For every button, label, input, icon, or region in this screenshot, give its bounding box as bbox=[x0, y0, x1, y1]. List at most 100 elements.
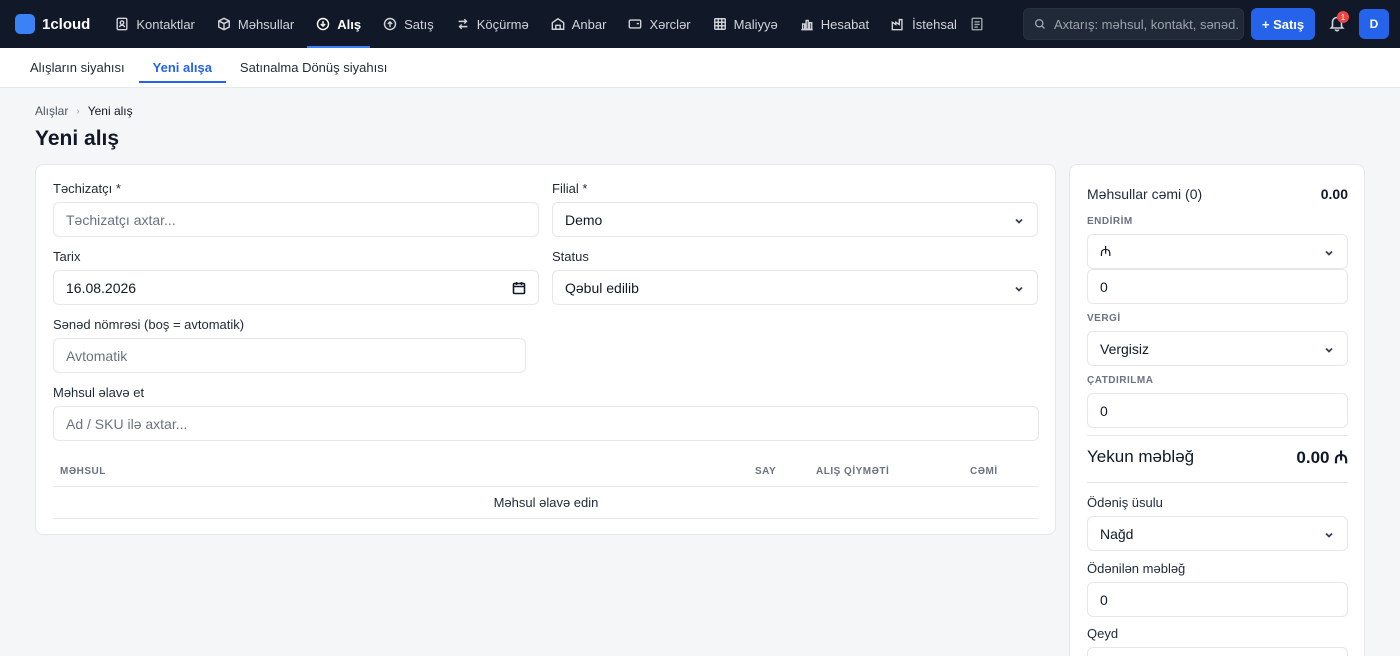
doc-number-placeholder: Avtomatik bbox=[66, 347, 128, 364]
tax-label: VERGİ bbox=[1087, 313, 1121, 324]
notification-badge: 1 bbox=[1337, 11, 1349, 23]
chevron-down-icon bbox=[1013, 282, 1025, 294]
nav-item-anbar[interactable]: Anbar bbox=[540, 0, 618, 48]
supplier-field[interactable]: Təchizatçı axtar... bbox=[53, 202, 539, 237]
table-bottom-divider bbox=[53, 518, 1039, 519]
final-amount-value: 0.00 ₼ bbox=[1296, 448, 1348, 467]
document-icon bbox=[971, 17, 983, 31]
doc-number-field[interactable]: Avtomatik bbox=[53, 338, 526, 373]
nav-label: Xərclər bbox=[649, 16, 691, 32]
nav-label: Satış bbox=[404, 16, 434, 32]
tab-purchase-return-list[interactable]: Satınalma Dönüş siyahısı bbox=[226, 48, 401, 88]
chevron-right-icon: › bbox=[76, 105, 80, 117]
supplier-placeholder: Təchizatçı axtar... bbox=[66, 211, 176, 228]
chevron-down-icon bbox=[1323, 528, 1335, 540]
calendar-icon[interactable] bbox=[512, 281, 526, 295]
breadcrumb-parent[interactable]: Alışlar bbox=[35, 104, 68, 118]
summary-card: Məhsullar cəmi (0) 0.00 ENDİRİM ₼ 0 VERG… bbox=[1069, 164, 1365, 656]
nav-item-istehsal[interactable]: İstehsal bbox=[880, 0, 968, 48]
delivery-value: 0 bbox=[1100, 402, 1108, 419]
nav-label: Maliyyə bbox=[733, 16, 778, 32]
column-header-product: MƏHSUL bbox=[60, 466, 106, 477]
status-value: Qəbul edilib bbox=[565, 279, 639, 296]
upload-circle-icon bbox=[383, 17, 397, 31]
products-total-row: Məhsullar cəmi (0) 0.00 bbox=[1087, 186, 1348, 202]
nav-overflow-item[interactable] bbox=[968, 0, 988, 48]
nav-item-alis[interactable]: Alış bbox=[305, 0, 372, 48]
summary-divider bbox=[1087, 435, 1348, 436]
note-label: Qeyd bbox=[1087, 626, 1119, 641]
new-sale-button[interactable]: + Satış bbox=[1251, 8, 1315, 40]
nav-label: Anbar bbox=[571, 16, 607, 32]
purchase-form-card: Təchizatçı * Təchizatçı axtar... Filial … bbox=[35, 164, 1056, 535]
branch-label: Filial * bbox=[552, 181, 588, 196]
nav-label: Hesabat bbox=[820, 16, 870, 32]
tax-select[interactable]: Vergisiz bbox=[1087, 331, 1348, 366]
date-value: 16.08.2026 bbox=[66, 279, 137, 296]
nav-label: Alış bbox=[337, 16, 362, 32]
date-field[interactable]: 16.08.2026 bbox=[53, 270, 539, 305]
bar-chart-icon bbox=[800, 17, 814, 31]
tax-value: Vergisiz bbox=[1100, 340, 1150, 357]
nav-item-mehsullar[interactable]: Məhsullar bbox=[206, 0, 305, 48]
breadcrumb: Alışlar › Yeni alış bbox=[35, 104, 133, 118]
brand[interactable]: 1cloud bbox=[15, 0, 90, 48]
nav-item-satis[interactable]: Satış bbox=[372, 0, 445, 48]
brand-name: 1cloud bbox=[42, 15, 91, 33]
nav-label: Köçürmə bbox=[476, 16, 529, 32]
search-icon bbox=[1034, 18, 1045, 29]
column-header-purchase-price: ALIŞ QİYMƏTİ bbox=[816, 466, 890, 477]
nav-item-xercler[interactable]: Xərclər bbox=[617, 0, 701, 48]
nav-item-kontaktlar[interactable]: Kontaktlar bbox=[104, 0, 206, 48]
discount-value: 0 bbox=[1100, 278, 1108, 295]
tab-purchase-list[interactable]: Alışların siyahısı bbox=[16, 48, 139, 88]
discount-type-select[interactable]: ₼ bbox=[1087, 234, 1348, 269]
column-header-total: CƏMİ bbox=[970, 466, 998, 477]
summary-divider bbox=[1087, 482, 1348, 483]
date-label: Tarix bbox=[53, 249, 81, 264]
discount-input[interactable]: 0 bbox=[1087, 269, 1348, 304]
download-circle-icon bbox=[316, 17, 330, 31]
column-header-quantity: SAY bbox=[755, 466, 777, 477]
chevron-down-icon bbox=[1323, 246, 1335, 258]
factory-icon bbox=[891, 17, 905, 31]
warehouse-icon bbox=[551, 17, 565, 31]
note-textarea[interactable] bbox=[1087, 647, 1348, 656]
paid-amount-input[interactable]: 0 bbox=[1087, 582, 1348, 617]
grid-icon bbox=[713, 17, 727, 31]
product-search-field[interactable]: Ad / SKU ilə axtar... bbox=[53, 406, 1039, 441]
search-input[interactable] bbox=[1054, 16, 1239, 32]
payment-method-label: Ödəniş üsulu bbox=[1087, 495, 1163, 510]
nav-item-maliyye[interactable]: Maliyyə bbox=[702, 0, 789, 48]
page-title: Yeni alış bbox=[35, 127, 120, 150]
products-total-value: 0.00 bbox=[1320, 186, 1348, 202]
status-label: Status bbox=[552, 249, 589, 264]
products-total-label: Məhsullar cəmi (0) bbox=[1087, 186, 1203, 202]
delivery-input[interactable]: 0 bbox=[1087, 393, 1348, 428]
nav-label: Məhsullar bbox=[237, 16, 295, 32]
payment-method-select[interactable]: Nağd bbox=[1087, 516, 1348, 551]
nav-item-hesabat[interactable]: Hesabat bbox=[789, 0, 880, 48]
wallet-icon bbox=[628, 17, 642, 31]
nav-label: İstehsal bbox=[912, 16, 957, 32]
sub-tabs: Alışların siyahısı Yeni alışa Satınalma … bbox=[0, 48, 1400, 88]
paid-amount-label: Ödənilən məbləğ bbox=[1087, 561, 1186, 576]
nav-label: Kontaktlar bbox=[136, 16, 195, 32]
paid-amount-value: 0 bbox=[1100, 591, 1108, 608]
status-select[interactable]: Qəbul edilib bbox=[552, 270, 1038, 305]
breadcrumb-current: Yeni alış bbox=[87, 104, 133, 118]
payment-method-value: Nağd bbox=[1100, 525, 1134, 542]
discount-type-value: ₼ bbox=[1100, 243, 1112, 259]
contacts-icon bbox=[115, 17, 129, 31]
table-empty-row: Məhsul əlavə edin bbox=[493, 495, 599, 510]
nav-item-kocurme[interactable]: Köçürmə bbox=[445, 0, 540, 48]
avatar[interactable]: D bbox=[1359, 9, 1389, 39]
discount-label: ENDİRİM bbox=[1087, 216, 1133, 227]
chevron-down-icon bbox=[1323, 343, 1335, 355]
branch-select[interactable]: Demo bbox=[552, 202, 1038, 237]
global-search[interactable] bbox=[1023, 8, 1244, 40]
tab-new-purchase[interactable]: Yeni alışa bbox=[138, 48, 227, 88]
supplier-label: Təchizatçı * bbox=[53, 181, 121, 196]
delivery-label: ÇATDIRILMA bbox=[1087, 375, 1154, 386]
doc-number-label: Sənəd nömrəsi (boş = avtomatik) bbox=[53, 317, 245, 332]
